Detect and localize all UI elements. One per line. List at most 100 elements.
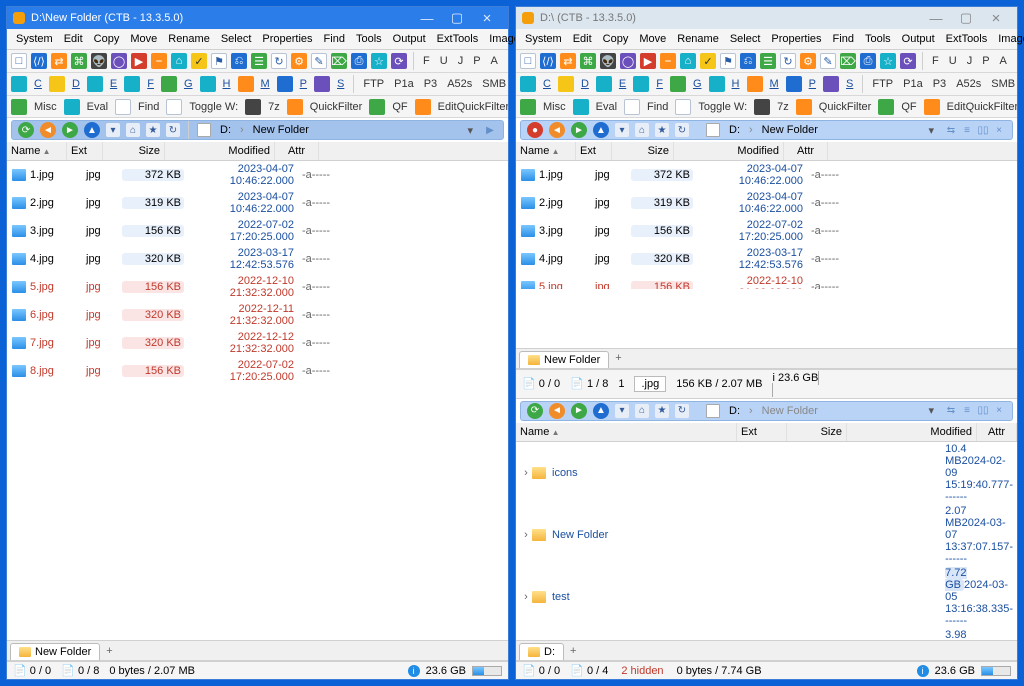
tool-icon[interactable]: ⚙ [291, 53, 307, 69]
folder-tab[interactable]: New Folder [519, 351, 609, 368]
nav-up-icon[interactable]: ▲ [593, 122, 609, 138]
drive-icon[interactable] [277, 76, 293, 92]
tool-icon[interactable]: ⌂ [171, 53, 187, 69]
info-icon[interactable]: i [772, 372, 774, 384]
maximize-button[interactable]: ▢ [951, 10, 981, 26]
play-icon[interactable]: ▶ [483, 123, 497, 137]
nav-reload-icon[interactable]: ⟳ [527, 403, 543, 419]
filter-misc[interactable]: Misc [31, 101, 60, 113]
tool-icon[interactable]: ⌘ [71, 53, 87, 69]
drive-letter[interactable]: F [653, 78, 666, 90]
filter-icon[interactable] [796, 99, 812, 115]
file-list[interactable]: 1.jpgjpg372 KB2023-04-07 10:46:22.000-a-… [516, 161, 1017, 289]
filter-qf[interactable]: QF [389, 101, 410, 113]
file-row[interactable]: 4.jpgjpg320 KB2023-03-17 12:42:53.576-a-… [516, 245, 1017, 273]
tool-icon[interactable]: ☰ [760, 53, 776, 69]
location-p3[interactable]: P3 [930, 78, 949, 90]
tool-icon[interactable]: ✎ [820, 53, 836, 69]
col-size[interactable]: Size [787, 423, 847, 441]
drive-icon[interactable] [747, 76, 763, 92]
expand-icon[interactable]: › [520, 529, 532, 541]
tool-icon[interactable]: ⎙ [351, 53, 367, 69]
location-a52s[interactable]: A52s [444, 78, 475, 90]
drive-icon[interactable] [633, 76, 649, 92]
expand-icon[interactable]: › [520, 591, 532, 603]
close-button[interactable]: × [472, 10, 502, 27]
minimize-button[interactable]: — [412, 11, 442, 26]
filter-eval[interactable]: Eval [84, 101, 111, 113]
col-name[interactable]: Name [516, 423, 737, 441]
drive-icon[interactable] [11, 76, 27, 92]
menu-find[interactable]: Find [319, 31, 350, 47]
col-ext[interactable]: Ext [737, 423, 787, 441]
drive-letter[interactable]: E [616, 78, 629, 90]
sync-icon[interactable]: ⇆ [944, 123, 958, 137]
file-row[interactable]: 8.jpgjpg156 KB2022-07-02 17:20:25.000-a-… [7, 357, 508, 385]
menu-rename[interactable]: Rename [672, 31, 724, 47]
tool-icon[interactable]: ⎯ [660, 53, 676, 69]
menu-copy[interactable]: Copy [598, 31, 634, 47]
nav-ctx-icon[interactable]: ▾ [615, 123, 629, 137]
drive-letter[interactable]: C [540, 78, 554, 90]
location-p1a[interactable]: P1a [900, 78, 926, 90]
titlebar-right[interactable]: D:\ (CTB - 13.3.5.0) — ▢ × [516, 7, 1017, 29]
drive-icon[interactable] [823, 76, 839, 92]
drive-letter[interactable]: C [31, 78, 45, 90]
nav-fwd-icon[interactable]: ► [571, 122, 587, 138]
info-icon[interactable]: i [917, 665, 929, 677]
menu-select[interactable]: Select [725, 31, 766, 47]
filter-7z[interactable]: 7z [774, 101, 792, 113]
tool-icon[interactable]: ⎯ [151, 53, 167, 69]
filter-icon[interactable] [675, 99, 691, 115]
filter-togglew[interactable]: Toggle W: [695, 101, 750, 113]
drive-icon[interactable] [520, 76, 536, 92]
menu-exttools[interactable]: ExtTools [941, 31, 993, 47]
filter-icon[interactable] [245, 99, 261, 115]
filter-icon[interactable] [369, 99, 385, 115]
sync-icon[interactable]: ⇆ [944, 404, 958, 418]
filter-quickfilter[interactable]: QuickFilter [816, 101, 875, 113]
file-row[interactable]: 5.jpgjpg156 KB2022-12-10 21:32:32.000-a-… [516, 273, 1017, 289]
dir-row[interactable]: ›test7.72 GB2024-03-05 13:16:38.335-----… [516, 566, 1017, 628]
file-row[interactable]: 1.jpgjpg372 KB2023-04-07 10:46:22.000-a-… [7, 161, 508, 189]
close-panel-icon[interactable]: × [992, 123, 1006, 137]
drive-icon[interactable] [558, 76, 574, 92]
tool-icon[interactable]: □ [520, 53, 536, 69]
close-panel-icon[interactable]: × [992, 404, 1006, 418]
nav-ctx-icon[interactable]: ▾ [615, 404, 629, 418]
nav-hist-icon[interactable]: ↻ [675, 123, 689, 137]
nav-home-icon[interactable]: ⌂ [635, 404, 649, 418]
tool-icon[interactable]: ⟳ [900, 53, 916, 69]
tool-icon[interactable]: ☆ [371, 53, 387, 69]
nav-back-icon[interactable]: ◄ [40, 122, 56, 138]
file-row[interactable]: 1.jpgjpg372 KB2023-04-07 10:46:22.000-a-… [516, 161, 1017, 189]
tool-icon[interactable]: ⌘ [580, 53, 596, 69]
drive-letter[interactable]: M [258, 78, 273, 90]
tool-icon[interactable]: ⌂ [680, 53, 696, 69]
tool-icon[interactable]: ▶ [131, 53, 147, 69]
nav-history-icon[interactable]: ↻ [166, 123, 180, 137]
menu-output[interactable]: Output [388, 31, 431, 47]
filter-find[interactable]: Find [135, 101, 162, 113]
col-ext[interactable]: Ext [576, 142, 612, 160]
menu-tools[interactable]: Tools [860, 31, 896, 47]
drive-letter[interactable]: G [181, 78, 196, 90]
eq-icon[interactable]: ≡ [960, 404, 974, 418]
file-row[interactable]: 5.jpgjpg156 KB2022-12-10 21:32:32.000-a-… [7, 273, 508, 301]
file-row[interactable]: 2.jpgjpg319 KB2023-04-07 10:46:22.000-a-… [516, 189, 1017, 217]
menu-images[interactable]: Images [993, 31, 1024, 47]
filter-icon[interactable] [924, 99, 940, 115]
crumb-ghost[interactable]: New Folder [762, 405, 818, 417]
dir-row[interactable]: ›icons10.4 MB2024-02-09 15:19:40.777----… [516, 442, 1017, 504]
menu-system[interactable]: System [520, 31, 567, 47]
dualv-icon[interactable]: ▯▯ [976, 123, 990, 137]
quick-letter[interactable]: F [420, 55, 433, 67]
nav-up-icon[interactable]: ▲ [84, 122, 100, 138]
menu-tools[interactable]: Tools [351, 31, 387, 47]
tool-icon[interactable]: □ [11, 53, 27, 69]
drive-icon[interactable] [786, 76, 802, 92]
location-ftp[interactable]: FTP [869, 78, 896, 90]
filter-icon[interactable] [573, 99, 589, 115]
menu-properties[interactable]: Properties [766, 31, 826, 47]
drive-icon[interactable] [670, 76, 686, 92]
